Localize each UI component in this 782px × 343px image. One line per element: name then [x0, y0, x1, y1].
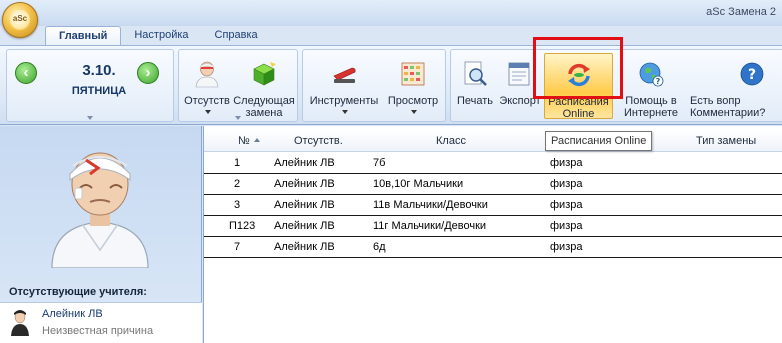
table-row[interactable]: 1 Алейник ЛВ 7б физра	[204, 153, 782, 174]
help-internet-label: Помощь в Интернете	[624, 95, 678, 119]
tools-group: Инструменты Просмотр	[302, 49, 446, 122]
svg-text:?: ?	[656, 77, 661, 86]
tab-settings[interactable]: Настройка	[121, 26, 201, 46]
app-menu-button[interactable]: aSc	[2, 2, 38, 38]
help-internet-button[interactable]: ? Помощь в Интернете	[616, 53, 686, 119]
teacher-bandaged-icon	[51, 152, 149, 268]
absent-teachers-title: Отсутствующие учителя:	[9, 286, 147, 298]
prev-day-button[interactable]: ‹	[15, 62, 37, 84]
column-header-substitution-type[interactable]: Тип замены	[696, 135, 756, 147]
timetables-online-label: Расписания Online	[548, 96, 609, 120]
magnifier-page-icon	[464, 61, 487, 86]
tooltip: Расписания Online	[545, 131, 653, 151]
tab-help[interactable]: Справка	[202, 26, 271, 46]
cell-class: 11г Мальчики/Девочки	[373, 220, 487, 232]
cell-class: 7б	[373, 157, 386, 169]
next-day-button[interactable]: ›	[137, 62, 159, 84]
stapler-icon	[333, 67, 356, 83]
app-logo-label: aSc	[12, 14, 28, 23]
tools-button[interactable]: Инструменты	[306, 53, 382, 119]
cell-class: 11в Мальчики/Девочки	[373, 199, 488, 211]
cell-number: П123	[229, 220, 256, 232]
date-group: ‹ › 3.10. ПЯТНИЦА	[6, 49, 174, 122]
next-substitution-label: Следующая замена	[233, 95, 295, 119]
tab-main[interactable]: Главный	[45, 26, 122, 46]
cell-absent: Алейник ЛВ	[274, 220, 335, 232]
cell-subject: физра	[550, 157, 583, 169]
substitutions-grid: № Отсутств. Класс Тип замены 1 Алейник Л…	[203, 126, 782, 343]
question-icon: ?	[740, 62, 764, 86]
teacher-bandaged-icon	[195, 61, 219, 88]
arrow-left-icon: ‹	[23, 64, 29, 81]
absent-button[interactable]: Отсутств	[182, 53, 232, 119]
calendar-grid-icon	[401, 62, 425, 86]
cell-subject: физра	[550, 220, 583, 232]
table-row[interactable]: 7 Алейник ЛВ 6д физра	[204, 237, 782, 258]
cell-class: 10в,10г Мальчики	[373, 178, 464, 190]
column-header-number[interactable]: №	[238, 135, 260, 147]
table-row[interactable]: 3 Алейник ЛВ 11в Мальчики/Девочки физра	[204, 195, 782, 216]
cell-absent: Алейник ЛВ	[274, 178, 335, 190]
absent-teacher-name: Алейник ЛВ	[42, 308, 103, 320]
cell-absent: Алейник ЛВ	[274, 241, 335, 253]
absent-teachers-list: Алейник ЛВ Неизвестная причина	[0, 302, 202, 343]
app-title: aSc Замена 2	[706, 6, 776, 18]
table-row[interactable]: 2 Алейник ЛВ 10в,10г Мальчики физра	[204, 174, 782, 195]
sort-ascending-icon	[253, 138, 260, 142]
group-expander-icon[interactable]	[87, 116, 93, 120]
absent-label: Отсутств	[184, 95, 230, 107]
cell-number: 2	[234, 178, 241, 190]
questions-label: Есть вопр Комментарии?	[690, 95, 766, 119]
cell-absent: Алейник ЛВ	[274, 157, 335, 169]
grid-header: № Отсутств. Класс Тип замены	[204, 130, 782, 152]
chevron-down-icon	[411, 110, 417, 114]
ribbon: ‹ › 3.10. ПЯТНИЦА Отсутств Следующая зам…	[0, 45, 782, 125]
green-cube-icon	[253, 62, 276, 86]
current-weekday: ПЯТНИЦА	[71, 85, 127, 97]
print-button[interactable]: Печать	[453, 53, 497, 119]
print-label: Печать	[456, 95, 494, 107]
left-panel: Отсутствующие учителя: Алейник ЛВ Неизве…	[0, 126, 202, 343]
group-expander-icon[interactable]	[235, 116, 241, 120]
column-header-class[interactable]: Класс	[436, 135, 466, 147]
absent-teacher-reason: Неизвестная причина	[42, 325, 154, 337]
export-icon	[508, 62, 530, 86]
chevron-down-icon	[205, 110, 211, 114]
arrow-right-icon: ›	[145, 64, 151, 81]
cell-class: 6д	[373, 241, 386, 253]
absence-group: Отсутств Следующая замена	[178, 49, 298, 122]
view-label: Просмотр	[387, 95, 439, 107]
cell-absent: Алейник ЛВ	[274, 199, 335, 211]
teacher-avatar-icon	[11, 310, 29, 336]
tools-label: Инструменты	[309, 95, 379, 107]
cell-number: 1	[234, 157, 241, 169]
svg-text:?: ?	[748, 67, 756, 83]
cell-subject: физра	[550, 178, 583, 190]
globe-question-icon: ?	[639, 62, 664, 87]
highlight-frame	[533, 37, 623, 99]
questions-button[interactable]: ? Есть вопр Комментарии?	[686, 53, 782, 119]
column-header-absent[interactable]: Отсутств.	[294, 135, 343, 147]
cell-number: 7	[234, 241, 241, 253]
view-button[interactable]: Просмотр	[382, 53, 444, 119]
cell-number: 3	[234, 199, 241, 211]
table-row[interactable]: П123 Алейник ЛВ 11г Мальчики/Девочки физ…	[204, 216, 782, 237]
cell-subject: физра	[550, 199, 583, 211]
ribbon-tabs: Главный Настройка Справка	[45, 26, 271, 46]
next-substitution-button[interactable]: Следующая замена	[232, 53, 296, 119]
current-date: 3.10.	[82, 62, 116, 79]
cell-subject: физра	[550, 241, 583, 253]
title-bar: aSc Замена 2	[0, 0, 782, 26]
chevron-down-icon	[342, 110, 348, 114]
